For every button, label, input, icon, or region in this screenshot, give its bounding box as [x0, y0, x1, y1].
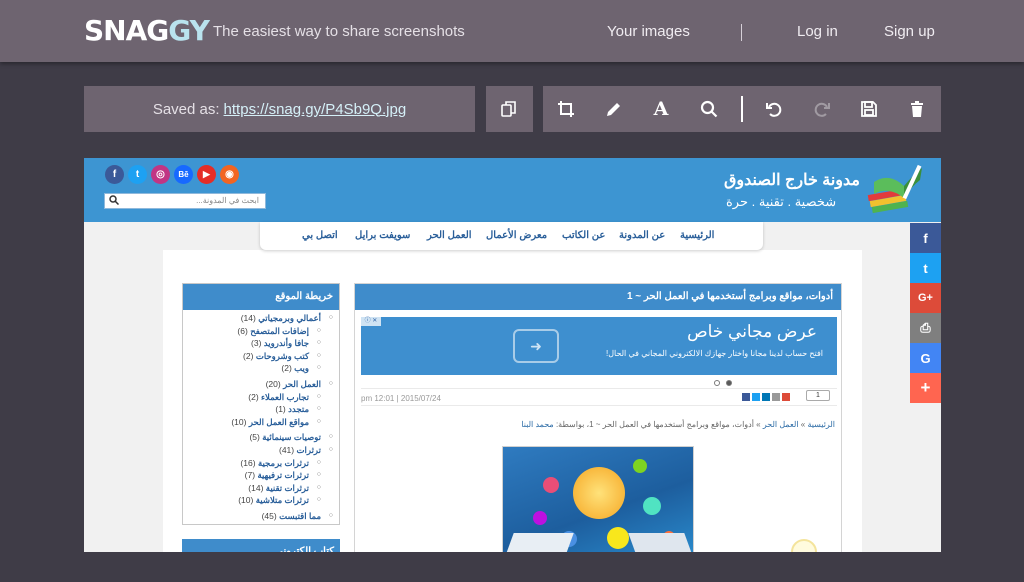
ad-text: افتح حساب لدينا مجانا واختار جهازك الالك… [605, 349, 823, 358]
list-item[interactable]: تجارب العملاء (2) [183, 391, 333, 404]
breadcrumb: الرئيسية » العمل الحر » أدوات، مواقع وبر… [521, 420, 835, 429]
nav-divider [741, 24, 742, 41]
list-item[interactable]: مما اقتبست (45) [183, 510, 333, 523]
trash-icon[interactable] [906, 98, 928, 120]
sitemap-list: أعمالي وبرمجياتي (14) إضافات المتصفح (6)… [183, 310, 339, 523]
menu-about-author[interactable]: عن الكاتب [562, 230, 605, 241]
print-share-icon[interactable]: ⎙ [910, 313, 941, 343]
blog-search-input[interactable]: ابحث في المدونة... [104, 193, 266, 209]
share-count: 1 [806, 390, 830, 401]
behance-icon[interactable]: Bē [174, 165, 193, 184]
list-item[interactable]: ترثرات تقنية (14) [183, 482, 333, 495]
copy-icon[interactable] [498, 98, 520, 120]
nav-your-images[interactable]: Your images [607, 23, 690, 40]
list-item[interactable]: العمل الحر (20) [183, 378, 333, 391]
breadcrumb-rest: » أدوات، مواقع وبرامج أستخدمها في العمل … [553, 420, 761, 429]
undo-icon[interactable] [763, 98, 785, 120]
nav-log-in[interactable]: Log in [797, 23, 838, 40]
breadcrumb-freelance[interactable]: العمل الحر [763, 420, 799, 429]
menu-contact[interactable]: اتصل بي [302, 230, 338, 241]
saved-as-box: Saved as: https://snag.gy/P4Sb9Q.jpg [84, 86, 475, 132]
list-item[interactable]: إضافات المتصفح (6) [183, 325, 333, 338]
carousel-dots [714, 380, 732, 386]
post-author[interactable]: محمد البنا [521, 420, 553, 429]
google-plus-icon[interactable] [782, 393, 790, 401]
list-item[interactable]: ويب (2) [183, 362, 333, 375]
nav-sign-up[interactable]: Sign up [884, 23, 935, 40]
logo-part1: SNAG [84, 14, 169, 47]
google-share-icon[interactable]: G [910, 343, 941, 373]
tagline: The easiest way to share screenshots [213, 23, 465, 40]
list-item[interactable]: مواقع العمل الحر (10) [183, 416, 333, 429]
post-title[interactable]: أدوات، مواقع وبرامج أستخدمها في العمل ال… [355, 284, 841, 310]
list-item[interactable]: جافا وأندرويد (3) [183, 337, 333, 350]
twitter-share-icon[interactable]: t [910, 253, 941, 283]
copy-tool-box [486, 86, 533, 132]
top-bar: SNAGGY The easiest way to share screensh… [0, 0, 1024, 62]
facebook-share-icon[interactable]: f [910, 223, 941, 253]
sitemap-title: خريطة الموقع [183, 284, 339, 310]
pencil-icon[interactable] [603, 98, 625, 120]
breadcrumb-home[interactable]: الرئيسية [807, 420, 835, 429]
search-icon[interactable] [109, 195, 120, 207]
sitemap-widget: خريطة الموقع أعمالي وبرمجياتي (14) إضافا… [182, 283, 340, 525]
menu-swift-braille[interactable]: سويفت برايل [355, 230, 410, 241]
blog-menu: الرئيسية عن المدونة عن الكاتب معرض الأعم… [260, 222, 763, 250]
saved-as-label: Saved as: [152, 100, 220, 118]
post-date: pm 12:01 | 2015/07/24 [361, 394, 441, 403]
carousel-dot-active[interactable] [726, 380, 732, 386]
toolbar-divider [741, 96, 743, 122]
blog-search-placeholder: ابحث في المدونة... [196, 196, 259, 205]
linkedin-icon[interactable] [762, 393, 770, 401]
list-item[interactable]: أعمالي وبرمجياتي (14) [183, 312, 333, 325]
zoom-icon[interactable] [698, 98, 720, 120]
menu-portfolio[interactable]: معرض الأعمال [486, 230, 547, 241]
list-item[interactable]: ترثرات ترفيهية (7) [183, 469, 333, 482]
menu-home[interactable]: الرئيسية [680, 230, 714, 241]
post-image [502, 446, 694, 552]
redo-icon[interactable] [811, 98, 833, 120]
ad-banner[interactable]: عرض مجاني خاص افتح حساب لدينا مجانا واخت… [361, 317, 837, 375]
crop-icon[interactable] [555, 98, 577, 120]
email-icon[interactable] [772, 393, 780, 401]
edit-toolbar: A [543, 86, 941, 132]
floating-share-bar: f t G+ ⎙ G + [910, 223, 941, 403]
list-item[interactable]: كتب وشروحات (2) [183, 350, 333, 363]
logo[interactable]: SNAGGY [84, 14, 210, 48]
google-plus-share-icon[interactable]: G+ [910, 283, 941, 313]
list-item[interactable]: ترثرات متلاشية (10) [183, 494, 333, 507]
blog-header: f t ◎ Bē ▶ ◉ ابحث في المدونة... مدونة خا… [84, 158, 941, 222]
menu-freelance[interactable]: العمل الحر [427, 230, 472, 241]
screenshot-preview[interactable]: f t ◎ Bē ▶ ◉ ابحث في المدونة... مدونة خا… [84, 158, 941, 552]
ad-title: عرض مجاني خاص [687, 322, 817, 341]
list-item[interactable]: توصيات سينمائية (5) [183, 431, 333, 444]
list-item[interactable]: متجدد (1) [183, 403, 333, 416]
instagram-icon[interactable]: ◎ [151, 165, 170, 184]
more-share-icon[interactable]: + [910, 373, 941, 403]
blog-logo-icon [864, 162, 926, 218]
text-icon[interactable]: A [650, 98, 672, 120]
ebook-widget-title: كتاب إلكتروني [182, 539, 340, 552]
rss-icon[interactable]: ◉ [220, 165, 239, 184]
post-meta: pm 12:01 | 2015/07/24 1 [361, 388, 837, 406]
social-icons: f t ◎ Bē ▶ ◉ [105, 165, 239, 184]
youtube-icon[interactable]: ▶ [197, 165, 216, 184]
facebook-icon[interactable]: f [105, 165, 124, 184]
saved-url-link[interactable]: https://snag.gy/P4Sb9Q.jpg [224, 101, 407, 118]
ad-choices-icon[interactable]: ⓘ ✕ [361, 317, 381, 326]
logo-part2: GY [168, 14, 210, 47]
ad-arrow-button[interactable]: ➜ [513, 329, 559, 363]
list-item[interactable]: ترثرات برمجية (16) [183, 457, 333, 470]
save-icon[interactable] [858, 98, 880, 120]
twitter-icon[interactable]: t [128, 165, 147, 184]
post-share-icons [742, 393, 790, 401]
menu-about-blog[interactable]: عن المدونة [619, 230, 665, 241]
twitter-icon[interactable] [752, 393, 760, 401]
carousel-dot[interactable] [714, 380, 720, 386]
blog-subtitle: شخصية . تقنية . حرة [726, 194, 837, 209]
facebook-icon[interactable] [742, 393, 750, 401]
list-item[interactable]: ترثرات (41) [183, 444, 333, 457]
blog-title: مدونة خارج الصندوق [724, 172, 860, 189]
post-card: أدوات، مواقع وبرامج أستخدمها في العمل ال… [354, 283, 842, 552]
